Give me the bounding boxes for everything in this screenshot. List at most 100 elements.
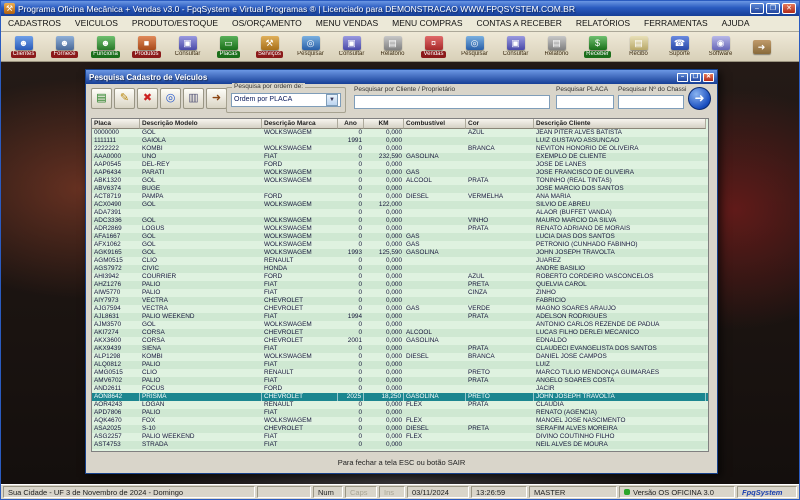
- grid-row[interactable]: ACT8719PAMPAFORD00,000DIESELVERMELHAANA …: [92, 193, 708, 201]
- menu-os-or-amento[interactable]: OS/ORÇAMENTO: [225, 16, 309, 31]
- toolbar-consultar-button[interactable]: ▣Consultar: [495, 33, 536, 61]
- grid-row[interactable]: AGK9165GOLWOLKSWAGEM1993125,590GASOLINAJ…: [92, 249, 708, 257]
- menu-cadastros[interactable]: CADASTROS: [1, 16, 68, 31]
- close-button[interactable]: ✕: [782, 3, 796, 14]
- grid-row[interactable]: 1111111GAIOLA19910,000LUIZ GUSTAVO ASSUN…: [92, 137, 708, 145]
- report-button[interactable]: ▥: [183, 88, 204, 109]
- dialog-minimize-button[interactable]: –: [677, 73, 688, 82]
- grid-row[interactable]: AJL8631PALIO WEEKENDFIAT19940,000PRATAAD…: [92, 313, 708, 321]
- cell-cor: [466, 321, 534, 329]
- toolbar-consultar-button[interactable]: ▣Consultar: [331, 33, 372, 61]
- toolbar-vendas-button[interactable]: ¤Vendas: [413, 33, 454, 61]
- grid-row[interactable]: AHI3942COURRIERFORD00,000AZULROBERTO COR…: [92, 273, 708, 281]
- toolbar-suporte-button[interactable]: ☎Suporte: [659, 33, 700, 61]
- grid-row[interactable]: ABV6374BUGE00,000JOSE MARCIO DOS SANTOS: [92, 185, 708, 193]
- grid-row[interactable]: AGM0515CLIORENAULT00,000JUAREZ: [92, 257, 708, 265]
- column-header-cor[interactable]: Cor: [466, 119, 534, 129]
- grid-row[interactable]: AFX1062GOLWOLKSWAGEM00,000GASPETRONIO (C…: [92, 241, 708, 249]
- grid-row[interactable]: ALP1298KOMBIWOLKSWAGEM00,000DIESELBRANCA…: [92, 353, 708, 361]
- column-header-cliente[interactable]: Descrição Cliente: [534, 119, 706, 129]
- toolbar-label: Recibo: [627, 51, 650, 58]
- toolbar-pesquisar-button[interactable]: ◎Pesquisar: [454, 33, 495, 61]
- search-button[interactable]: ◎: [160, 88, 181, 109]
- grid-row[interactable]: AOR4243LOGANRENAULT00,000FLEXPRATACLAUDI…: [92, 401, 708, 409]
- grid-row[interactable]: AAA0000UNOFIAT0232,590GASOLINAEXEMPLO DE…: [92, 153, 708, 161]
- toolbar-software-button[interactable]: ◉Software: [700, 33, 741, 61]
- column-header-combustivel[interactable]: Combustível: [404, 119, 466, 129]
- toolbar-pesquisar-button[interactable]: ◎Pesquisar: [290, 33, 331, 61]
- grid-row[interactable]: AON8642PRISMACHEVROLET202518,250GASOLINA…: [92, 393, 708, 401]
- grid-row[interactable]: AQK4670FOXWOLKSWAGEM00,000FLEXMANOEL JOS…: [92, 417, 708, 425]
- grid-row[interactable]: AHZ1276PALIOFIAT00,000PRETAQUELVIA CAROL: [92, 281, 708, 289]
- toolbar-produtos-button[interactable]: ■Produtos: [126, 33, 167, 61]
- grid-row[interactable]: APD7806PALIOFIAT00,000RENATO (AGENCIA): [92, 409, 708, 417]
- menu-contas-a-receber[interactable]: CONTAS A RECEBER: [470, 16, 569, 31]
- menu-menu-compras[interactable]: MENU COMPRAS: [385, 16, 469, 31]
- exit-button[interactable]: ➜: [206, 88, 227, 109]
- menu-veiculos[interactable]: VEICULOS: [68, 16, 125, 31]
- cell-marca: HONDA: [262, 265, 338, 273]
- toolbar-exit-icon-button[interactable]: ➜: [741, 33, 782, 61]
- grid-row[interactable]: ASA2025S-10CHEVROLET00,000DIESELPRETASER…: [92, 425, 708, 433]
- grid-row[interactable]: 0000000GOLWOLKSWAGEM00,000AZULJEAN PITER…: [92, 129, 708, 137]
- minimize-button[interactable]: –: [750, 3, 764, 14]
- toolbar-relat-rio-button[interactable]: ▤Relatório: [536, 33, 577, 61]
- grid-row[interactable]: AIY7973VECTRACHEVROLET00,000FABRICIO: [92, 297, 708, 305]
- toolbar-funciona-button[interactable]: ☻Funciona: [85, 33, 126, 61]
- toolbar-relat-rio-button[interactable]: ▤Relatório: [372, 33, 413, 61]
- order-select[interactable]: Ordem por PLACA ▼: [231, 93, 341, 107]
- menu-produto-estoque[interactable]: PRODUTO/ESTOQUE: [125, 16, 225, 31]
- grid-row[interactable]: AIW5770PALIOFIAT00,000CINZAZINHO: [92, 289, 708, 297]
- grid-row[interactable]: ADR2869LOGUSWOLKSWAGEM00,000PRATARENATO …: [92, 225, 708, 233]
- dialog-maximize-button[interactable]: ❐: [690, 73, 701, 82]
- grid-row[interactable]: ASG2257PALIO WEEKENDFIAT00,000FLEXDIVINO…: [92, 433, 708, 441]
- grid-row[interactable]: AMG0515CLIORENAULT00,000PRETOMARCO TULIO…: [92, 369, 708, 377]
- grid-row[interactable]: ADC3336GOLWOLKSWAGEM00,000VINHOMAURO MAR…: [92, 217, 708, 225]
- grid-row[interactable]: AGS7972CIVICHONDA00,000ANDRE BASILIO: [92, 265, 708, 273]
- search-go-button[interactable]: ➜: [688, 87, 711, 110]
- status-location: Sua Cidade - UF 3 de Novembro de 2024 - …: [3, 486, 255, 498]
- grid-row[interactable]: AMV6702PALIOFIAT00,000PRATAANGELO SOARES…: [92, 377, 708, 385]
- grid-row[interactable]: ABK1320GOLWOLKSWAGEM00,000ALCOOLPRATATON…: [92, 177, 708, 185]
- print-button[interactable]: ▤: [91, 88, 112, 109]
- grid-row[interactable]: AKI7274CORSACHEVROLET00,000ALCOOLLUCAS F…: [92, 329, 708, 337]
- maximize-button[interactable]: ❐: [766, 3, 780, 14]
- plate-search-input[interactable]: [556, 95, 614, 109]
- grid-row[interactable]: AST4753STRADAFIAT00,000NEIL ALVES DE MOU…: [92, 441, 708, 449]
- grid-row[interactable]: ADA739100,000ALAOR (BUFFET VANDA): [92, 209, 708, 217]
- grid-row[interactable]: AND2611FOCUSFORD00,000JACIR: [92, 385, 708, 393]
- grid-row[interactable]: AJG7594VECTRACHEVROLET00,000GASVERDEMAGN…: [92, 305, 708, 313]
- grid-row[interactable]: AAP0545DEL-REYFORD00,000JOSE DE LANES: [92, 161, 708, 169]
- menu-menu-vendas[interactable]: MENU VENDAS: [309, 16, 385, 31]
- column-header-ano[interactable]: Ano: [338, 119, 364, 129]
- grid-row[interactable]: AAP6434PARATIWOLKSWAGEM00,000GASJOSE FRA…: [92, 169, 708, 177]
- grid-row[interactable]: AFA1667GOLWOLKSWAGEM00,000GASLUCIA DIAS …: [92, 233, 708, 241]
- toolbar-recibo-button[interactable]: ▤Recibo: [618, 33, 659, 61]
- chassis-search-input[interactable]: [618, 95, 684, 109]
- menu-ajuda[interactable]: AJUDA: [715, 16, 757, 31]
- column-header-km[interactable]: KM: [364, 119, 404, 129]
- toolbar-clientes-button[interactable]: ☻Clientes: [3, 33, 44, 61]
- grid-row[interactable]: 2222222KOMBIWOLKSWAGEM00,000BRANCANEVITO…: [92, 145, 708, 153]
- grid-row[interactable]: AKX3600CORSACHEVROLET20010,000GASOLINAED…: [92, 337, 708, 345]
- dialog-close-button[interactable]: ✕: [703, 73, 714, 82]
- toolbar-placas-button[interactable]: ▭Placas: [208, 33, 249, 61]
- delete-button[interactable]: ✖: [137, 88, 158, 109]
- grid-row[interactable]: ALQ0812PALIOFIAT00,000LUIZ: [92, 361, 708, 369]
- chevron-down-icon[interactable]: ▼: [326, 94, 338, 106]
- column-header-marca[interactable]: Descrição Marca: [262, 119, 338, 129]
- grid-row[interactable]: AJM3570GOLWOLKSWAGEM00,000ANTONIO CARLOS…: [92, 321, 708, 329]
- edit-button[interactable]: ✎: [114, 88, 135, 109]
- menu-ferramentas[interactable]: FERRAMENTAS: [637, 16, 715, 31]
- grid-row[interactable]: ACX0490GOLWOLKSWAGEM0122,000SILVIO DE AB…: [92, 201, 708, 209]
- toolbar-fornece-button[interactable]: ☻Fornece: [44, 33, 85, 61]
- toolbar-receber-button[interactable]: $Receber: [577, 33, 618, 61]
- column-header-placa[interactable]: Placa: [92, 119, 140, 129]
- cell-combustivel: [404, 257, 466, 265]
- grid-row[interactable]: AKX9439SIENAFIAT00,000PRATACLAUDECI EVAN…: [92, 345, 708, 353]
- toolbar-consultar-button[interactable]: ▣Consultar: [167, 33, 208, 61]
- column-header-modelo[interactable]: Descrição Modelo: [140, 119, 262, 129]
- client-search-input[interactable]: [354, 95, 550, 109]
- toolbar-servi-os-button[interactable]: ⚒Serviços: [249, 33, 290, 61]
- menu-relat-rios[interactable]: RELATÓRIOS: [569, 16, 637, 31]
